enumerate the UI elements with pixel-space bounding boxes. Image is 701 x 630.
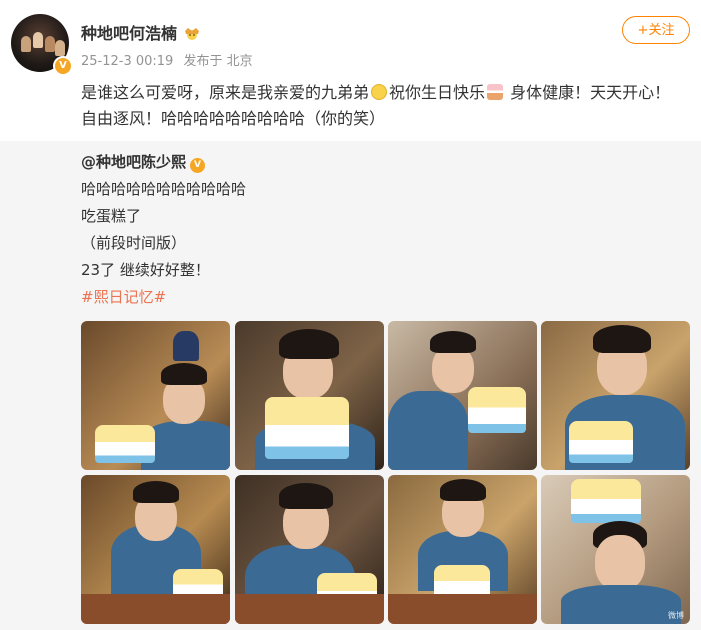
- post-text-part-1: 是谁这么可爱呀，原来是我亲爱的九弟弟: [81, 83, 370, 102]
- avatar-figure: [45, 36, 55, 52]
- photo-cake: [569, 421, 633, 463]
- cake-emoji-icon: [487, 84, 504, 100]
- post-meta: 25-12-3 00:19 发布于 北京: [81, 50, 253, 69]
- repost-author[interactable]: @种地吧陈少熙 V: [81, 151, 206, 173]
- photo-face: [595, 535, 645, 591]
- repost-line: 吃蛋糕了: [81, 207, 142, 225]
- post-text: 是谁这么可爱呀，原来是我亲爱的九弟弟 祝你生日快乐 身体健康！天天开心！自由逐风！…: [81, 80, 681, 132]
- party-hat: [173, 331, 199, 361]
- photo-thumbnail[interactable]: [541, 321, 690, 470]
- hashtag-link[interactable]: #熙日记忆#: [81, 286, 166, 307]
- photo-table: [235, 594, 384, 624]
- photo-shirt: [561, 585, 681, 624]
- verified-icon: V: [190, 158, 206, 173]
- photo-thumbnail[interactable]: 微博: [541, 475, 690, 624]
- avatar-figure: [21, 36, 31, 52]
- photo-thumbnail[interactable]: [235, 321, 384, 470]
- avatar-figure: [33, 32, 43, 48]
- photo-cake: [571, 479, 641, 523]
- photo-cake: [468, 387, 526, 433]
- avatar-figure: [55, 40, 65, 56]
- photo-hair: [593, 325, 651, 353]
- repost-card[interactable]: @种地吧陈少熙 V 哈哈哈哈哈哈哈哈哈哈哈 吃蛋糕了 （前段时间版） 23了 继续…: [0, 141, 701, 630]
- verified-icon: V: [53, 56, 73, 76]
- photo-thumbnail[interactable]: [388, 321, 537, 470]
- photo-cake: [95, 425, 155, 463]
- photo-hair: [430, 331, 476, 353]
- smile-emoji-icon: [371, 84, 388, 100]
- photo-table: [388, 594, 537, 624]
- repost-line: 哈哈哈哈哈哈哈哈哈哈哈: [81, 180, 247, 198]
- photo-thumbnail[interactable]: [235, 475, 384, 624]
- crown-emoji-icon: [183, 25, 201, 40]
- photo-shirt: [388, 391, 468, 470]
- photo-table: [81, 594, 230, 624]
- photo-hair: [440, 479, 486, 501]
- repost-author-name[interactable]: @种地吧陈少熙: [81, 153, 186, 171]
- photo-hair: [279, 329, 339, 359]
- photo-thumbnail[interactable]: [81, 321, 230, 470]
- photo-hair: [133, 481, 179, 503]
- post-location: 发布于 北京: [183, 54, 253, 69]
- username-text[interactable]: 种地吧何浩楠: [81, 24, 177, 43]
- post-timestamp[interactable]: 25-12-3 00:19: [81, 54, 173, 69]
- repost-line: （前段时间版）: [81, 234, 187, 252]
- repost-line: 23了 继续好好整！: [81, 261, 210, 279]
- photo-thumbnail[interactable]: [388, 475, 537, 624]
- photo-hair: [161, 363, 207, 385]
- post-text-part-2: 祝你生日快乐: [389, 83, 486, 102]
- weibo-post: V 种地吧何浩楠 25-12-3 00:19 发布于 北京 +关注 是谁这么可爱…: [0, 0, 701, 630]
- username[interactable]: 种地吧何浩楠: [81, 20, 201, 44]
- photo-thumbnail[interactable]: [81, 475, 230, 624]
- follow-button[interactable]: +关注: [622, 16, 690, 44]
- photo-hair: [279, 483, 333, 509]
- photo-watermark: 微博: [668, 611, 684, 620]
- photo-cake: [265, 397, 349, 459]
